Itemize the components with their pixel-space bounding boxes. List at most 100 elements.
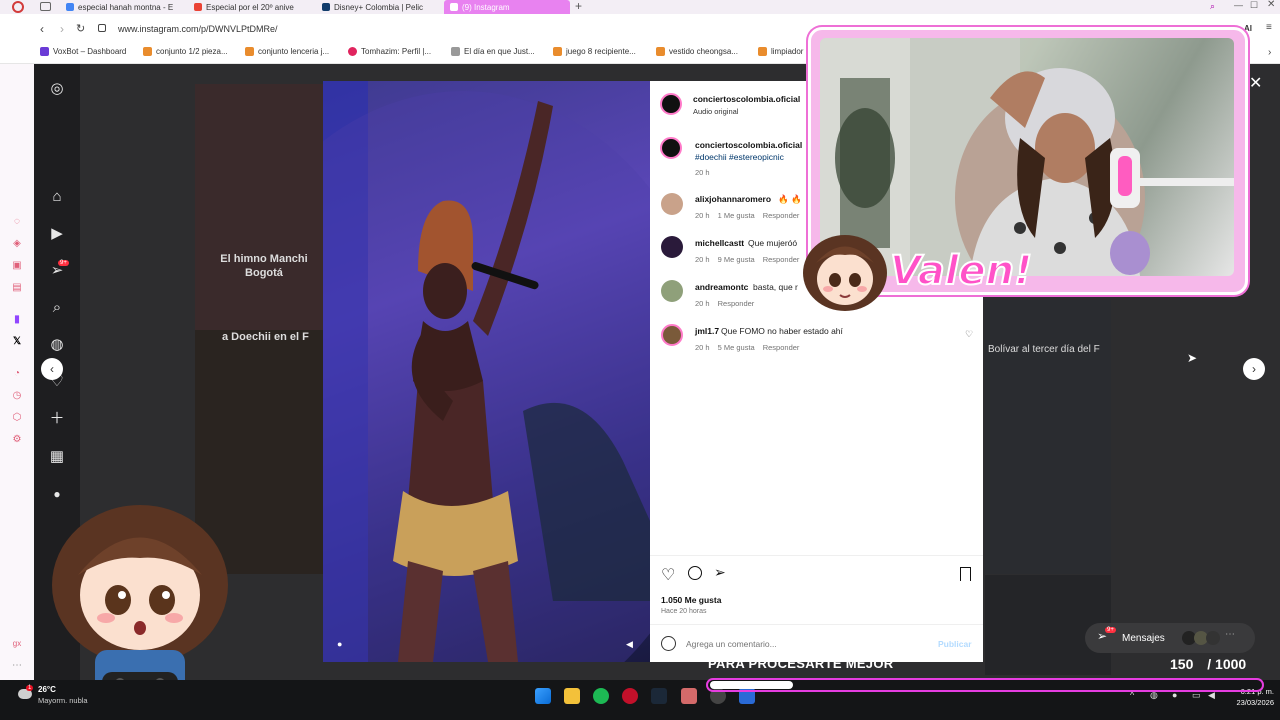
opera-logo-icon[interactable] <box>12 1 24 13</box>
tab-3[interactable]: Disney+ Colombia | Pelic <box>316 0 438 14</box>
url-field[interactable]: www.instagram.com/p/DWNVLPtDMRe/ <box>118 24 278 34</box>
tab-2[interactable]: Especial por el 20º anive <box>188 0 306 14</box>
caption-avatar[interactable] <box>660 137 682 159</box>
emoji-icon[interactable] <box>661 636 676 651</box>
tab-instagram[interactable]: (9) Instagram <box>444 0 570 14</box>
comment-user[interactable]: jml1.7 <box>695 326 719 336</box>
more-icon[interactable]: ⋯ <box>11 660 23 672</box>
instagram-logo-icon[interactable]: ◎ <box>48 80 66 98</box>
comment-user[interactable]: alixjohannaromero <box>695 194 771 204</box>
messages-pill[interactable]: ➢ 9+ Mensajes ⋯ <box>1085 623 1255 653</box>
dashboard-icon[interactable]: ▦ <box>48 448 66 466</box>
volume-icon[interactable]: ◀ <box>626 639 633 650</box>
bookmark-conjunto[interactable]: conjunto 1/2 pieza... <box>143 47 228 56</box>
reload-icon[interactable]: ↻ <box>76 22 85 35</box>
comment-user[interactable]: andreamontc <box>695 282 748 292</box>
tab-bar: especial hanah montna - E Especial por e… <box>0 0 1280 14</box>
history-icon[interactable]: ◔ <box>11 368 23 380</box>
likes-count[interactable]: 1.050 Me gusta <box>661 595 721 605</box>
tab-1[interactable]: especial hanah montna - E <box>60 0 178 14</box>
goal-current: 150 <box>1170 656 1194 672</box>
caption-username[interactable]: conciertoscolombia.oficial <box>695 140 802 150</box>
forward-icon[interactable]: › <box>60 22 64 36</box>
file-explorer-icon[interactable] <box>564 688 580 704</box>
opera-gx-icon[interactable] <box>622 688 638 704</box>
more-bookmarks-icon[interactable]: › <box>1268 47 1271 58</box>
extensions-icon[interactable]: ⬡ <box>11 412 23 424</box>
bookmark-vestido[interactable]: vestido cheongsa... <box>656 47 738 56</box>
weather-text[interactable]: Mayorm. nubla <box>38 696 88 705</box>
start-icon[interactable] <box>535 688 551 704</box>
streamer-name: Valen! <box>889 247 1033 295</box>
gx-icon[interactable]: gx <box>11 638 23 650</box>
divider <box>650 624 983 625</box>
bookmark-dia[interactable]: El día en que Just... <box>451 47 535 56</box>
search-icon[interactable]: ⌕ <box>48 299 66 317</box>
spotify-icon[interactable] <box>593 688 609 704</box>
search-tabs-icon[interactable]: ⌕ <box>1210 1 1215 12</box>
weather-badge: 1 <box>26 685 34 691</box>
caption-hashtags[interactable]: #doechii #estereopicnic <box>695 152 784 162</box>
crypto-wallet-icon[interactable]: ◈ <box>11 238 23 250</box>
clock-icon[interactable]: ◷ <box>11 390 23 402</box>
comment-user[interactable]: michellcastt <box>695 238 744 248</box>
new-tab-button[interactable]: + <box>575 0 582 13</box>
settings-icon[interactable]: ⚙ <box>11 434 23 446</box>
bookmark-juego[interactable]: juego 8 recipiente... <box>553 47 636 56</box>
grid-thumbnail-right[interactable] <box>985 300 1111 574</box>
comment-like-icon[interactable]: ♡ <box>965 329 973 340</box>
steam-icon[interactable] <box>651 688 667 704</box>
reels-icon[interactable]: ▶ <box>48 225 66 243</box>
messenger-icon[interactable]: ▤ <box>11 282 23 294</box>
comment-avatar[interactable] <box>661 236 683 258</box>
bookmark-voxbot[interactable]: VoxBot – Dashboard <box>40 47 126 56</box>
lock-icon <box>98 24 106 32</box>
bookmark-tomhazim[interactable]: Tomhazim: Perfil |... <box>348 47 431 56</box>
explore-icon[interactable]: ◍ <box>48 336 66 354</box>
voxbot-icon <box>40 47 49 56</box>
comment-avatar[interactable] <box>661 324 683 346</box>
comment-avatar[interactable] <box>661 280 683 302</box>
maximize-icon[interactable]: ☐ <box>1250 0 1258 11</box>
bookmark-lenceria[interactable]: conjunto lenceria j... <box>245 47 329 56</box>
tagged-user-icon[interactable]: ● <box>337 639 342 649</box>
aria-icon[interactable]: ◌ <box>11 216 23 228</box>
author-username[interactable]: conciertoscolombia.oficial <box>693 94 800 104</box>
next-post-button[interactable]: › <box>1243 358 1265 380</box>
caption-time: 20 h <box>695 168 710 177</box>
photos-icon[interactable] <box>681 688 697 704</box>
clock-date[interactable]: 23/03/2026 <box>1228 698 1274 707</box>
youtube-icon <box>194 3 202 11</box>
shop-icon <box>758 47 767 56</box>
bookmark-limpiador[interactable]: limpiador <box>758 47 803 56</box>
menu-icon[interactable]: ≡ <box>1266 22 1272 33</box>
x-icon[interactable]: 𝕏 <box>11 336 23 348</box>
comment-text: 🔥 🔥 <box>778 194 802 204</box>
comment-avatar[interactable] <box>661 193 683 215</box>
comment-icon[interactable] <box>688 566 702 580</box>
close-modal-icon[interactable]: ✕ <box>1249 73 1262 93</box>
comment-input[interactable] <box>686 637 926 651</box>
publish-button[interactable]: Publicar <box>938 639 972 649</box>
close-window-icon[interactable]: ✕ <box>1267 0 1275 10</box>
save-icon[interactable] <box>960 567 971 581</box>
tab-toggle-icon[interactable] <box>40 2 51 11</box>
post-video[interactable]: ● ◀ <box>323 81 650 662</box>
minimize-icon[interactable]: — <box>1234 0 1243 10</box>
twitch-icon[interactable]: ▮ <box>11 314 23 326</box>
grid-text-doechii: a Doechii en el F <box>222 331 309 343</box>
author-avatar[interactable] <box>660 93 682 115</box>
audio-label[interactable]: Audio original <box>693 107 738 116</box>
weather-temp[interactable]: 26°C <box>38 685 56 694</box>
create-icon[interactable]: ＋ <box>48 410 66 428</box>
comment-meta: 20 h9 Me gusta Responder <box>695 255 800 264</box>
instagram-icon <box>450 3 458 11</box>
home-icon[interactable]: ⌂ <box>48 188 66 206</box>
like-icon[interactable]: ♡ <box>661 565 675 585</box>
previous-post-button[interactable]: ‹ <box>41 358 63 380</box>
player-icon[interactable]: ▣ <box>11 260 23 272</box>
chibi-sticker-large <box>52 505 228 700</box>
back-icon[interactable]: ‹ <box>40 22 44 36</box>
share-icon[interactable]: ➢ <box>714 564 726 581</box>
stream-caption: PARA PROCESARTE MEJOR <box>708 656 894 671</box>
